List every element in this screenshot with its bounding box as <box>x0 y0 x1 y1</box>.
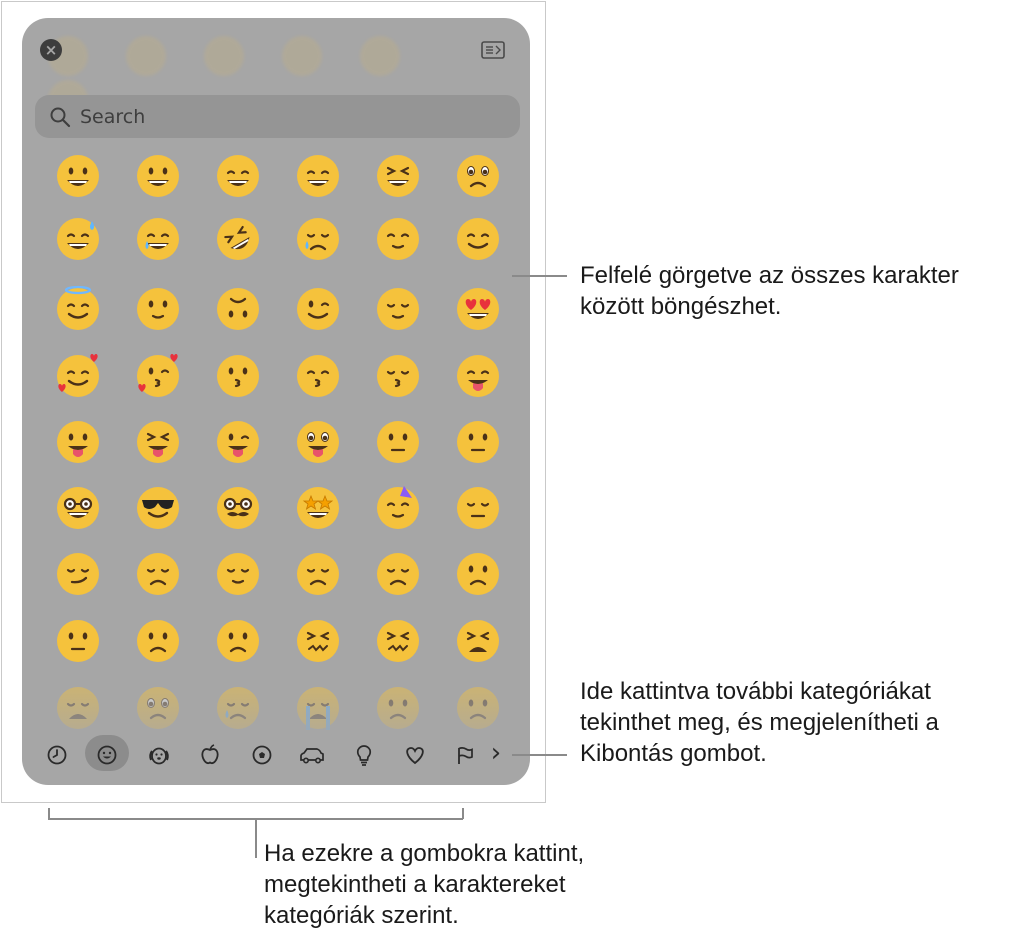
emoji-crying-face[interactable] <box>294 215 342 263</box>
scroll-annotation-line <box>512 275 567 277</box>
emoji-smiling-face-heart-eyes[interactable] <box>454 285 502 333</box>
emoji-face-holding-back-tears[interactable] <box>454 152 502 200</box>
category-activity-button[interactable] <box>242 733 282 773</box>
emoji-face-with-monocle[interactable] <box>454 418 502 466</box>
emoji-squinting-face[interactable] <box>374 152 422 200</box>
emoji-rolling-on-floor-laughing[interactable] <box>214 215 262 263</box>
emoji-face-peeking[interactable] <box>454 484 502 532</box>
emoji-grinning-face-sweat[interactable] <box>54 215 102 263</box>
more-categories-annotation: Ide kattintva további kategóriákat tekin… <box>580 678 939 767</box>
flag-icon <box>458 747 473 764</box>
emoji-grinning-face[interactable] <box>54 152 102 200</box>
more-categories-button[interactable]: › <box>482 733 510 773</box>
emoji-beaming-face[interactable] <box>294 152 342 200</box>
dog-icon <box>149 747 169 765</box>
category-buttons-annotation: Ha ezekre a gombokra kattint, megtekinth… <box>264 840 585 929</box>
apple-icon <box>201 744 219 765</box>
scroll-annotation: Felfelé görgetve az összes karakter közö… <box>580 262 959 320</box>
emoji-winking-face-tongue[interactable] <box>214 418 262 466</box>
emoji-smiling-face-sunglasses[interactable] <box>134 484 182 532</box>
emoji-smiling-face-hearts[interactable] <box>54 352 102 400</box>
category-animals-button[interactable] <box>139 733 179 773</box>
emoji-kissing-face-closed-eyes[interactable] <box>374 352 422 400</box>
emoji-smiling-face-halo[interactable] <box>54 285 102 333</box>
emoji-slightly-frowning-face[interactable] <box>134 617 182 665</box>
emoji-relieved-face[interactable] <box>374 285 422 333</box>
emoji-face-with-tongue[interactable] <box>54 418 102 466</box>
emoji-face-blowing-kiss[interactable] <box>134 352 182 400</box>
emoji-grinning-face-smiling-eyes[interactable] <box>214 152 262 200</box>
scroll-fade <box>22 672 530 742</box>
category-food-button[interactable] <box>190 733 230 773</box>
emoji-face-tears-of-joy[interactable] <box>134 215 182 263</box>
emoji-smiling-face[interactable] <box>374 215 422 263</box>
category-smileys-button[interactable] <box>85 733 129 773</box>
emoji-face-savoring-food[interactable] <box>454 352 502 400</box>
emoji-pensive-face[interactable] <box>374 550 422 598</box>
emoji-grid <box>0 0 546 760</box>
emoji-squinting-face-tongue[interactable] <box>134 418 182 466</box>
emoji-smiling-face-smiling-eyes[interactable] <box>454 215 502 263</box>
emoji-confounded-face[interactable] <box>294 617 342 665</box>
category-recent-button[interactable] <box>37 733 77 773</box>
emoji-slightly-smiling-face[interactable] <box>134 285 182 333</box>
category-flags-button[interactable] <box>445 733 485 773</box>
category-objects-button[interactable] <box>344 733 384 773</box>
lightbulb-icon <box>356 745 372 766</box>
emoji-worried-face[interactable] <box>454 550 502 598</box>
emoji-frowning-face[interactable] <box>214 617 262 665</box>
clock-icon <box>47 745 67 765</box>
bracket-left-tick <box>48 808 50 819</box>
emoji-upside-down-face[interactable] <box>214 285 262 333</box>
emoji-smirking-face[interactable] <box>54 550 102 598</box>
emoji-confused-face[interactable] <box>54 617 102 665</box>
emoji-tired-face[interactable] <box>454 617 502 665</box>
emoji-unamused-face[interactable] <box>134 550 182 598</box>
bracket-right-tick <box>462 808 464 819</box>
emoji-face-exhaling[interactable] <box>214 550 262 598</box>
more-annotation-line <box>512 754 567 756</box>
emoji-grinning-face-big-eyes[interactable] <box>134 152 182 200</box>
emoji-partying-face[interactable] <box>374 484 422 532</box>
heart-icon <box>406 747 424 765</box>
emoji-star-struck[interactable] <box>294 484 342 532</box>
emoji-winking-face[interactable] <box>294 285 342 333</box>
emoji-face-raised-eyebrow[interactable] <box>374 418 422 466</box>
soccer-ball-icon <box>252 745 272 765</box>
emoji-persevering-face[interactable] <box>374 617 422 665</box>
emoji-disguised-face[interactable] <box>214 484 262 532</box>
smiley-icon <box>97 745 117 765</box>
emoji-nerd-face[interactable] <box>54 484 102 532</box>
category-travel-button[interactable] <box>292 733 332 773</box>
emoji-zany-face[interactable] <box>294 418 342 466</box>
category-bar: › <box>22 733 530 778</box>
bracket-stem <box>255 818 257 858</box>
emoji-disappointed-face[interactable] <box>294 550 342 598</box>
emoji-kissing-face-smiling-eyes[interactable] <box>294 352 342 400</box>
car-icon <box>300 748 324 764</box>
category-symbols-button[interactable] <box>395 733 435 773</box>
emoji-kissing-face[interactable] <box>214 352 262 400</box>
